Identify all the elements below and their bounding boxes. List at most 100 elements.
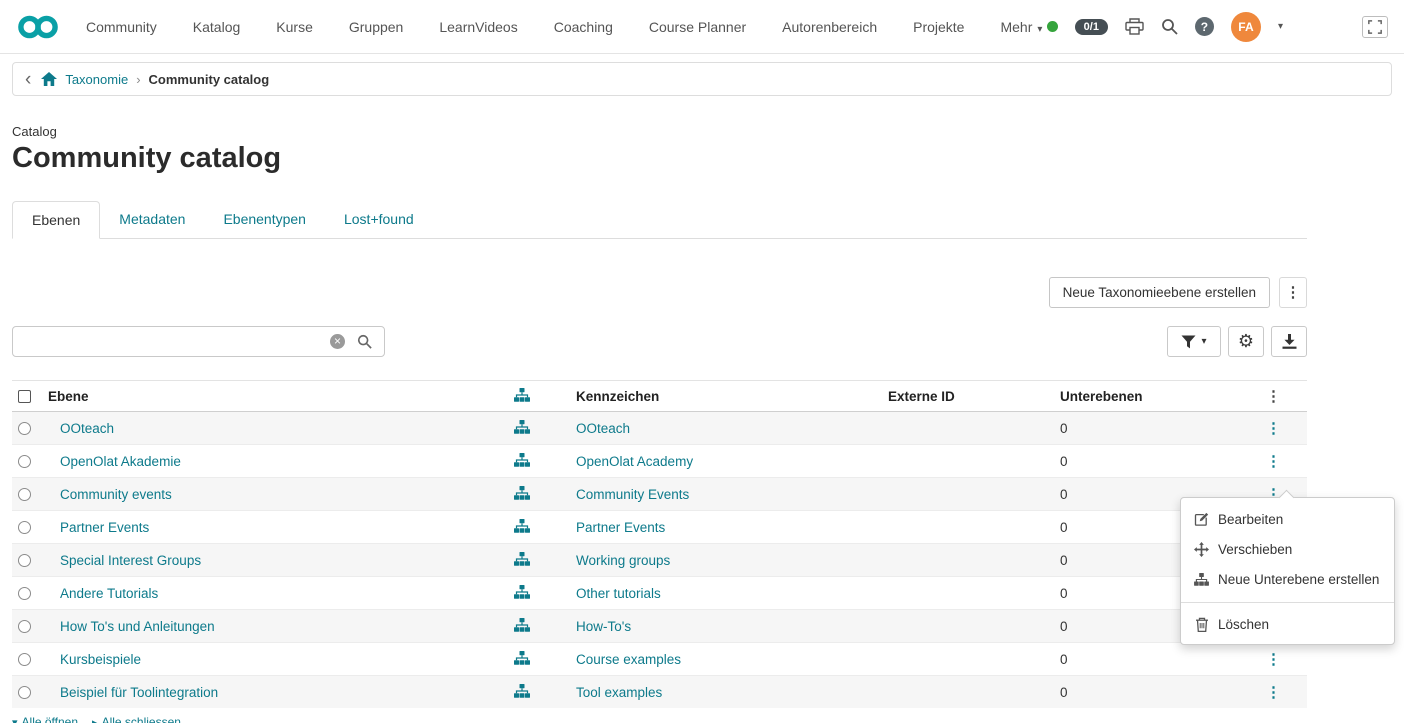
row-select-checkbox[interactable] xyxy=(18,455,31,468)
sitemap-icon xyxy=(514,552,530,566)
open-all-label: Alle öffnen xyxy=(22,715,79,723)
topnav-item-autorenbereich[interactable]: Autorenbereich xyxy=(782,19,877,35)
unterebenen-cell: 0 xyxy=(1060,643,1240,676)
close-all-link[interactable]: Alle schliessen xyxy=(92,715,181,723)
topnav-item-learnvideos[interactable]: LearnVideos xyxy=(439,19,517,35)
kennzeichen-link[interactable]: Community Events xyxy=(576,487,689,502)
download-button[interactable] xyxy=(1271,326,1307,357)
menu-item-loeschen[interactable]: Löschen xyxy=(1181,609,1394,639)
close-all-label: Alle schliessen xyxy=(102,715,181,723)
topnav-item-katalog[interactable]: Katalog xyxy=(193,19,240,35)
help-icon[interactable] xyxy=(1195,17,1214,36)
row-select-checkbox[interactable] xyxy=(18,653,31,666)
table-search-icon[interactable] xyxy=(357,334,372,349)
kennzeichen-link[interactable]: Partner Events xyxy=(576,520,665,535)
row-select-checkbox[interactable] xyxy=(18,587,31,600)
topnav-item-gruppen[interactable]: Gruppen xyxy=(349,19,403,35)
level-name-link[interactable]: Kursbeispiele xyxy=(60,652,141,667)
externe-id-cell xyxy=(888,544,1060,577)
menu-item-label: Löschen xyxy=(1218,617,1269,632)
breadcrumb-current: Community catalog xyxy=(149,72,270,87)
kennzeichen-link[interactable]: Working groups xyxy=(576,553,670,568)
topnav-item-projekte[interactable]: Projekte xyxy=(913,19,964,35)
filter-row xyxy=(12,326,1307,357)
sitemap-icon xyxy=(1193,573,1210,586)
tab-ebenen[interactable]: Ebenen xyxy=(12,201,100,239)
select-all-checkbox[interactable] xyxy=(18,390,31,403)
table-row: OOteach OOteach 0 xyxy=(12,412,1307,445)
row-actions-kebab-button[interactable] xyxy=(1266,652,1281,667)
menu-item-neue-unterebene[interactable]: Neue Unterebene erstellen xyxy=(1181,564,1394,594)
level-name-link[interactable]: Beispiel für Toolintegration xyxy=(60,685,218,700)
row-select-checkbox[interactable] xyxy=(18,521,31,534)
kennzeichen-link[interactable]: Other tutorials xyxy=(576,586,661,601)
caret-right-icon xyxy=(92,715,98,723)
table-row: Beispiel für Toolintegration Tool exampl… xyxy=(12,676,1307,709)
printer-icon[interactable] xyxy=(1125,18,1144,35)
level-name-link[interactable]: Partner Events xyxy=(60,520,149,535)
sitemap-column-icon xyxy=(514,388,530,402)
topnav-item-course-planner[interactable]: Course Planner xyxy=(649,19,746,35)
column-header-externe-id[interactable]: Externe ID xyxy=(888,381,1060,412)
toolbar-kebab-menu-button[interactable] xyxy=(1279,277,1307,308)
chevron-down-icon[interactable] xyxy=(1278,21,1283,32)
row-actions-kebab-button[interactable] xyxy=(1266,685,1281,700)
row-select-checkbox[interactable] xyxy=(18,686,31,699)
open-all-link[interactable]: Alle öffnen xyxy=(12,715,78,723)
level-name-link[interactable]: OOteach xyxy=(60,421,114,436)
topnav-item-coaching[interactable]: Coaching xyxy=(554,19,613,35)
clear-icon[interactable] xyxy=(330,334,345,349)
table-row: Partner Events Partner Events 0 xyxy=(12,511,1307,544)
topnav-item-mehr[interactable]: Mehr xyxy=(1000,19,1042,35)
download-icon xyxy=(1282,334,1297,349)
menu-item-bearbeiten[interactable]: Bearbeiten xyxy=(1181,504,1394,534)
level-name-link[interactable]: Special Interest Groups xyxy=(60,553,201,568)
column-header-ebene[interactable]: Ebene xyxy=(48,381,480,412)
sitemap-icon xyxy=(514,420,530,434)
task-counter-badge[interactable]: 0/1 xyxy=(1075,19,1108,35)
back-chevron-icon[interactable] xyxy=(25,70,31,89)
home-icon[interactable] xyxy=(41,72,57,86)
openolat-logo[interactable] xyxy=(16,13,62,41)
kennzeichen-link[interactable]: Course examples xyxy=(576,652,681,667)
row-actions-kebab-button[interactable] xyxy=(1266,421,1281,436)
new-taxonomy-level-button[interactable]: Neue Taxonomieebene erstellen xyxy=(1049,277,1270,308)
externe-id-cell xyxy=(888,412,1060,445)
row-select-checkbox[interactable] xyxy=(18,554,31,567)
tab-lost-found[interactable]: Lost+found xyxy=(325,201,433,238)
column-header-unterebenen[interactable]: Unterebenen xyxy=(1060,381,1240,412)
column-header-kennzeichen[interactable]: Kennzeichen xyxy=(564,381,888,412)
menu-item-verschieben[interactable]: Verschieben xyxy=(1181,534,1394,564)
kennzeichen-link[interactable]: OOteach xyxy=(576,421,630,436)
kennzeichen-link[interactable]: Tool examples xyxy=(576,685,662,700)
filter-button[interactable] xyxy=(1167,326,1221,357)
externe-id-cell xyxy=(888,511,1060,544)
page-kicker: Catalog xyxy=(12,124,1307,139)
level-name-link[interactable]: OpenOlat Akademie xyxy=(60,454,181,469)
externe-id-cell xyxy=(888,478,1060,511)
avatar[interactable]: FA xyxy=(1231,12,1261,42)
taxonomy-levels-table: Ebene Kennzeichen Externe ID Unterebenen… xyxy=(12,380,1307,708)
kennzeichen-link[interactable]: OpenOlat Academy xyxy=(576,454,693,469)
row-select-checkbox[interactable] xyxy=(18,422,31,435)
topnav-item-community[interactable]: Community xyxy=(86,19,157,35)
table-row: Andere Tutorials Other tutorials 0 xyxy=(12,577,1307,610)
fullscreen-icon[interactable] xyxy=(1362,16,1388,38)
search-icon[interactable] xyxy=(1161,18,1178,35)
table-tools xyxy=(1167,326,1307,357)
row-select-checkbox[interactable] xyxy=(18,488,31,501)
kennzeichen-link[interactable]: How-To's xyxy=(576,619,631,634)
level-name-link[interactable]: Andere Tutorials xyxy=(60,586,158,601)
tab-metadaten[interactable]: Metadaten xyxy=(100,201,204,238)
breadcrumb-taxonomie-link[interactable]: Taxonomie xyxy=(65,72,128,87)
tab-ebenentypen[interactable]: Ebenentypen xyxy=(204,201,325,238)
row-select-checkbox[interactable] xyxy=(18,620,31,633)
level-name-link[interactable]: How To's und Anleitungen xyxy=(60,619,215,634)
externe-id-cell xyxy=(888,676,1060,709)
table-settings-button[interactable] xyxy=(1228,326,1264,357)
topnav-right-cluster: 0/1 FA xyxy=(1047,12,1388,42)
row-actions-kebab-button[interactable] xyxy=(1266,454,1281,469)
topnav-item-kurse[interactable]: Kurse xyxy=(276,19,313,35)
level-name-link[interactable]: Community events xyxy=(60,487,172,502)
column-settings-kebab-icon[interactable] xyxy=(1266,389,1281,404)
